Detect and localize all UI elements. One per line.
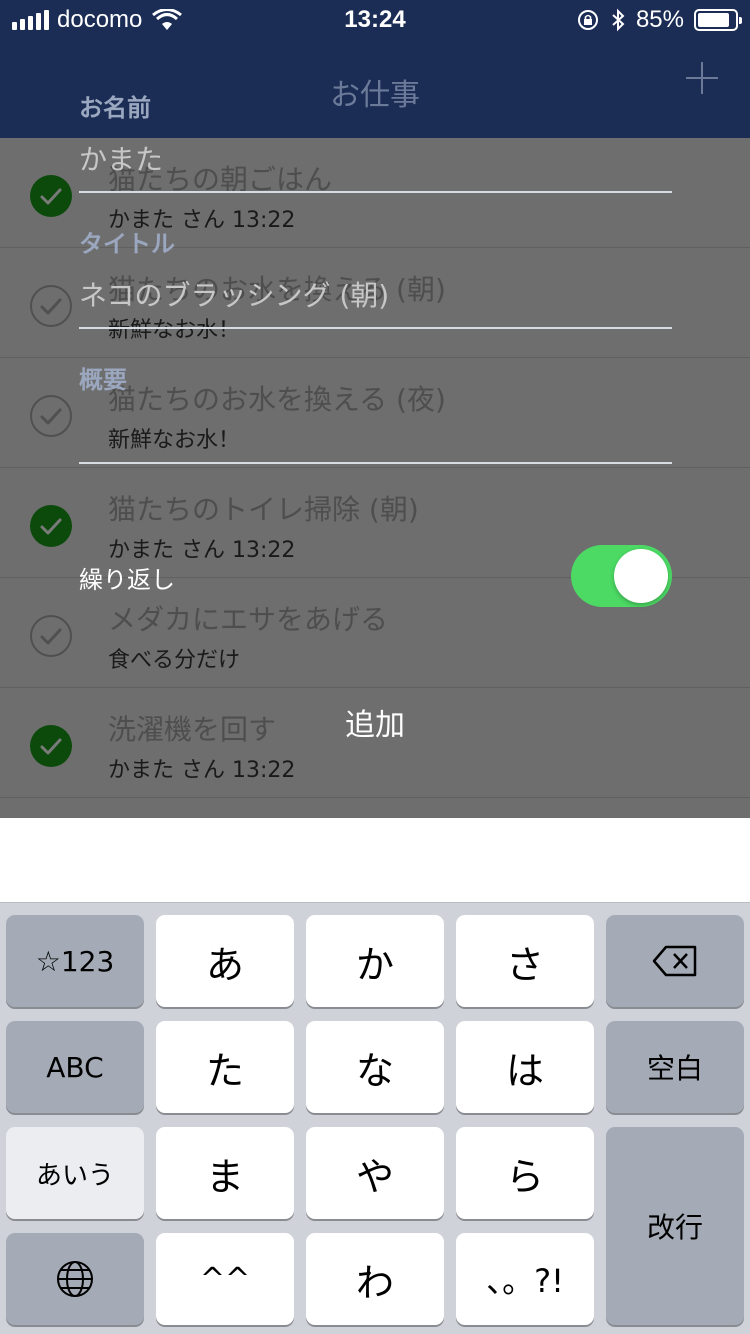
plus-icon[interactable] (682, 58, 722, 98)
key-na[interactable]: な (306, 1021, 444, 1113)
key-ha[interactable]: は (456, 1021, 594, 1113)
rotation-lock-icon (577, 10, 598, 30)
key-symbols-label: ☆123 (35, 944, 115, 978)
task-subtitle: 新鮮なお水！ (108, 428, 241, 453)
add-button[interactable]: 追加 (300, 700, 450, 744)
key-a-label: あ (205, 942, 244, 987)
key-wa-label: わ (355, 1260, 394, 1305)
summary-underline (79, 462, 672, 464)
key-ta[interactable]: た (156, 1021, 294, 1113)
key-space-label: 空白 (646, 1052, 703, 1085)
globe-icon (57, 1261, 93, 1297)
key-abc[interactable]: ABC (6, 1021, 144, 1113)
key-return-label: 改行 (646, 1211, 703, 1244)
unchecked-icon[interactable] (30, 395, 72, 437)
key-globe[interactable] (6, 1233, 144, 1325)
japanese-keyboard: ☆123 あ か さ ABC た な は 空白 あいう ま や ら 改行 ^^ … (0, 902, 750, 1334)
checked-icon[interactable] (30, 175, 72, 217)
key-kaomoji[interactable]: ^^ (156, 1233, 294, 1325)
key-ma-label: ま (205, 1154, 244, 1199)
toggle-knob (614, 549, 668, 603)
key-space[interactable]: 空白 (606, 1021, 744, 1113)
status-right: 85% (576, 6, 742, 34)
key-na-label: な (355, 1048, 394, 1093)
title-label: タイトル (79, 230, 175, 258)
key-punctuation[interactable]: 、。?! (456, 1233, 594, 1325)
key-symbols[interactable]: ☆123 (6, 915, 144, 1007)
checked-icon[interactable] (30, 725, 72, 767)
delete-icon (652, 945, 697, 977)
name-label: お名前 (79, 94, 151, 122)
task-title: 猫たちのトイレ掃除 (朝) (108, 493, 419, 526)
input-accessory-area (0, 818, 750, 902)
bluetooth-icon (612, 8, 625, 32)
battery-icon (694, 9, 742, 31)
key-ra-label: ら (505, 1154, 544, 1199)
repeat-toggle[interactable] (571, 545, 672, 607)
key-a[interactable]: あ (156, 915, 294, 1007)
unchecked-icon[interactable] (30, 285, 72, 327)
battery-percent: 85% (635, 6, 684, 33)
key-ya-label: や (355, 1154, 394, 1199)
key-ra[interactable]: ら (456, 1127, 594, 1219)
unchecked-icon[interactable] (30, 615, 72, 657)
repeat-label: 繰り返し (79, 566, 175, 594)
key-abc-label: ABC (46, 1050, 104, 1084)
task-subtitle: かまた さん 13:22 (108, 758, 296, 783)
task-title: 洗濯機を回す (108, 713, 277, 746)
key-ka-label: か (355, 942, 394, 987)
task-subtitle: 食べる分だけ (108, 648, 241, 673)
key-ta-label: た (205, 1048, 244, 1093)
key-sa-label: さ (505, 942, 544, 987)
task-title: 猫たちのお水を換える (夜) (108, 383, 446, 416)
battery-fill (698, 13, 729, 27)
title-underline (79, 327, 672, 329)
key-ka[interactable]: か (306, 915, 444, 1007)
key-ha-label: は (505, 1048, 544, 1093)
key-kaomoji-label: ^^ (199, 1261, 251, 1297)
key-return[interactable]: 改行 (606, 1127, 744, 1325)
key-ma[interactable]: ま (156, 1127, 294, 1219)
key-sa[interactable]: さ (456, 915, 594, 1007)
key-ya[interactable]: や (306, 1127, 444, 1219)
summary-label: 概要 (79, 366, 127, 394)
key-kana-mode[interactable]: あいう (6, 1127, 144, 1219)
key-delete[interactable] (606, 915, 744, 1007)
checked-icon[interactable] (30, 505, 72, 547)
key-punctuation-label: 、。?! (486, 1262, 564, 1300)
task-title: メダカにエサをあげる (108, 603, 389, 636)
title-input[interactable]: ネコのブラッシング (朝) (79, 274, 389, 314)
key-wa[interactable]: わ (306, 1233, 444, 1325)
key-kana-mode-label: あいう (35, 1160, 114, 1191)
status-bar: docomo 13:24 85% (0, 0, 750, 40)
name-underline (79, 191, 672, 193)
name-input[interactable]: かまた (79, 138, 163, 178)
